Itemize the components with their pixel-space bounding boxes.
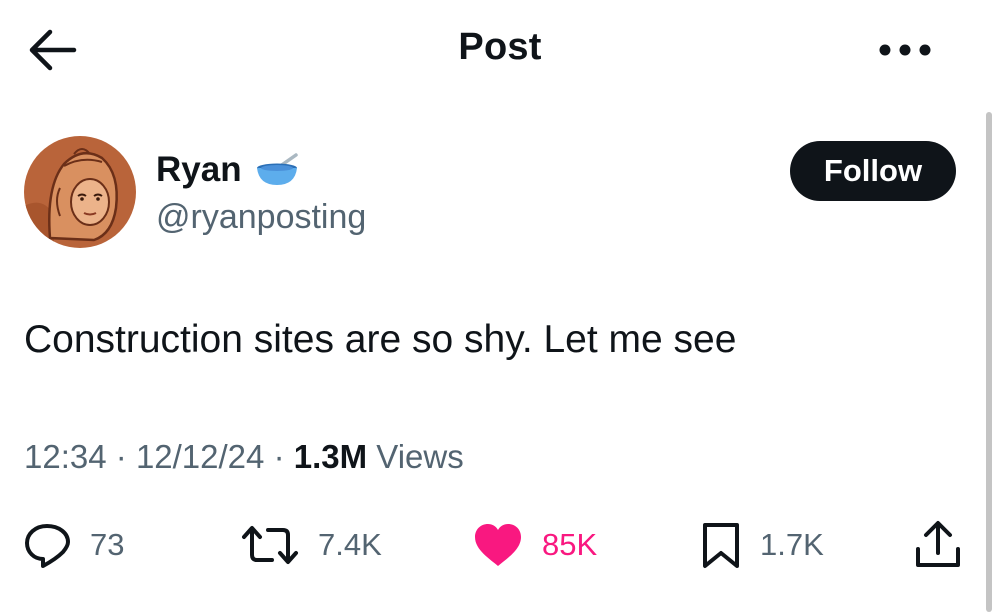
bookmark-button[interactable]: 1.7K xyxy=(700,515,824,575)
bowl-spoon-emoji-icon xyxy=(254,152,300,188)
author-name[interactable]: Ryan xyxy=(156,150,242,190)
meta-separator: · xyxy=(115,438,127,475)
share-button[interactable] xyxy=(912,515,964,575)
author-handle[interactable]: @ryanposting xyxy=(156,198,366,237)
share-icon xyxy=(916,521,960,567)
views-label: Views xyxy=(376,438,464,475)
reply-count: 73 xyxy=(90,527,125,562)
reply-icon xyxy=(25,524,70,568)
repost-icon xyxy=(242,526,298,564)
tweet-time[interactable]: 12:34 xyxy=(24,438,107,475)
heart-icon xyxy=(475,524,521,566)
like-button[interactable]: 85K xyxy=(472,515,597,575)
tweet-date[interactable]: 12/12/24 xyxy=(136,438,264,475)
repost-button[interactable]: 7.4K xyxy=(240,515,382,575)
tweet-meta: 12:34 · 12/12/24 · 1.3M Views xyxy=(24,438,464,476)
bookmark-count: 1.7K xyxy=(760,527,824,562)
repost-count: 7.4K xyxy=(318,527,382,562)
bookmark-icon xyxy=(703,523,739,568)
tweet-text: Construction sites are so shy. Let me se… xyxy=(24,318,737,361)
views-count: 1.3M xyxy=(293,438,368,475)
action-bar: 73 7.4K 85K 1.7K xyxy=(0,515,1000,575)
like-count: 85K xyxy=(542,527,598,562)
page-title: Post xyxy=(458,26,542,68)
meta-separator: · xyxy=(273,438,285,475)
follow-button[interactable]: Follow xyxy=(790,141,956,201)
avatar[interactable] xyxy=(24,136,136,248)
reply-button[interactable]: 73 xyxy=(22,515,124,575)
author-row: Ryan xyxy=(156,150,300,190)
more-icon[interactable] xyxy=(878,38,932,62)
header: Post xyxy=(0,0,1000,100)
